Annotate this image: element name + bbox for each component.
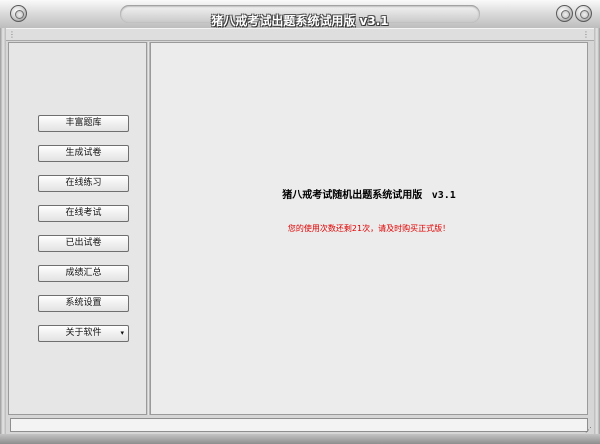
main-panel: 猪八戒考试随机出题系统试用版 v3.1 您的使用次数还剩21次，请及时购买正式版… xyxy=(150,42,588,415)
window-menu-button[interactable] xyxy=(10,5,27,22)
maximize-button[interactable] xyxy=(575,5,592,22)
sidebar-item-about[interactable]: 关于软件 ▾ xyxy=(38,325,129,342)
window-title: 猪八戒考试出题系统试用版 v3.1 xyxy=(211,14,389,28)
window-frame-left xyxy=(0,28,6,444)
window-frame-bottom xyxy=(0,434,600,444)
page-title-text: 猪八戒考试随机出题系统试用版 xyxy=(282,190,423,201)
sidebar-item-score-summary[interactable]: 成绩汇总 xyxy=(38,265,129,282)
sidebar-item-system-settings[interactable]: 系统设置 xyxy=(38,295,129,312)
sidebar-item-question-bank[interactable]: 丰富题库 xyxy=(38,115,129,132)
sidebar-item-label: 关于软件 xyxy=(65,328,102,338)
app-window: 猪八戒考试出题系统试用版 v3.1 ⋮ ⋮ 丰富题库 生成试卷 在线练习 在线考… xyxy=(0,0,600,444)
sidebar: 丰富题库 生成试卷 在线练习 在线考试 已出试卷 成绩汇总 系统设置 关于软件 … xyxy=(8,42,147,415)
menu-strip: ⋮ ⋮ xyxy=(6,28,594,41)
trial-notice: 您的使用次数还剩21次，请及时购买正式版！ xyxy=(287,224,451,233)
chevron-down-icon: ▾ xyxy=(120,329,124,337)
sidebar-item-generate-paper[interactable]: 生成试卷 xyxy=(38,145,129,162)
sidebar-item-label: 在线练习 xyxy=(65,178,102,188)
window-frame-right xyxy=(594,28,600,444)
resize-grip-icon[interactable]: ⋰ xyxy=(585,427,592,434)
page-title: 猪八戒考试随机出题系统试用版 v3.1 xyxy=(151,186,587,201)
sidebar-item-label: 丰富题库 xyxy=(65,118,102,128)
sidebar-item-online-exam[interactable]: 在线考试 xyxy=(38,205,129,222)
title-groove: 猪八戒考试出题系统试用版 v3.1 xyxy=(120,5,480,28)
sidebar-item-label: 成绩汇总 xyxy=(65,268,102,278)
sidebar-item-label: 已出试卷 xyxy=(65,238,102,248)
sidebar-item-label: 系统设置 xyxy=(65,298,102,308)
grip-icon[interactable]: ⋮ xyxy=(582,30,590,39)
grip-icon[interactable]: ⋮ xyxy=(8,30,16,39)
sidebar-item-issued-papers[interactable]: 已出试卷 xyxy=(38,235,129,252)
sidebar-item-label: 在线考试 xyxy=(65,208,102,218)
minimize-button[interactable] xyxy=(556,5,573,22)
status-bar xyxy=(10,418,588,432)
sidebar-item-label: 生成试卷 xyxy=(65,148,102,158)
title-bar[interactable]: 猪八戒考试出题系统试用版 v3.1 xyxy=(0,0,600,29)
sidebar-item-online-practice[interactable]: 在线练习 xyxy=(38,175,129,192)
version-label: v3.1 xyxy=(431,190,456,201)
